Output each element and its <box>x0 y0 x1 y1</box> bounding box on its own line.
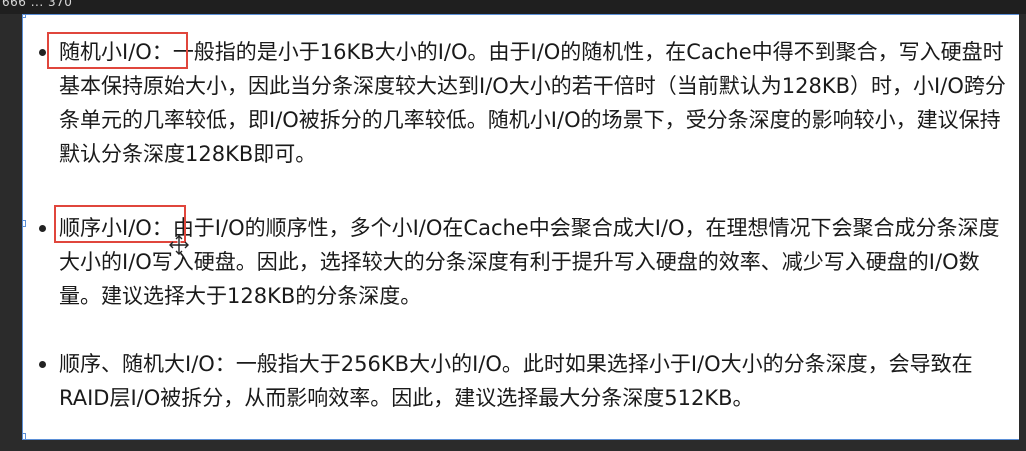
bullet-paragraph: 顺序小I/O：由于I/O的顺序性，多个小I/O在Cache中会聚合成大I/O，在… <box>59 211 1009 313</box>
resize-handle[interactable] <box>23 15 26 18</box>
top-bar: 666 ... 370 <box>0 0 1026 14</box>
top-bar-text: 666 ... 370 <box>2 0 73 9</box>
resize-handle[interactable] <box>23 220 26 227</box>
bullet-body-text: 一般指的是小于16KB大小的I/O。由于I/O的随机性，在Cache中得不到聚合… <box>59 40 1006 166</box>
bullet-dot <box>39 361 46 368</box>
slide-text-box[interactable]: 随机小I/O：一般指的是小于16KB大小的I/O。由于I/O的随机性，在Cach… <box>22 14 1026 440</box>
bullet-dot <box>39 49 46 56</box>
resize-handle[interactable] <box>23 433 26 439</box>
bullet-paragraph: 随机小I/O：一般指的是小于16KB大小的I/O。由于I/O的随机性，在Cach… <box>59 35 1009 171</box>
highlight-box <box>54 205 186 243</box>
bullet-lead-label: 顺序、随机大I/O： <box>59 352 236 376</box>
bullet-body-text: 由于I/O的顺序性，多个小I/O在Cache中会聚合成大I/O，在理想情况下会聚… <box>59 216 1000 308</box>
bullet-paragraph: 顺序、随机大I/O：一般指大于256KB大小的I/O。此时如果选择小于I/O大小… <box>59 347 1009 415</box>
window-edge <box>1019 14 1026 440</box>
move-cursor-icon <box>169 235 189 255</box>
highlight-box <box>47 32 188 69</box>
bullet-dot <box>39 225 46 232</box>
